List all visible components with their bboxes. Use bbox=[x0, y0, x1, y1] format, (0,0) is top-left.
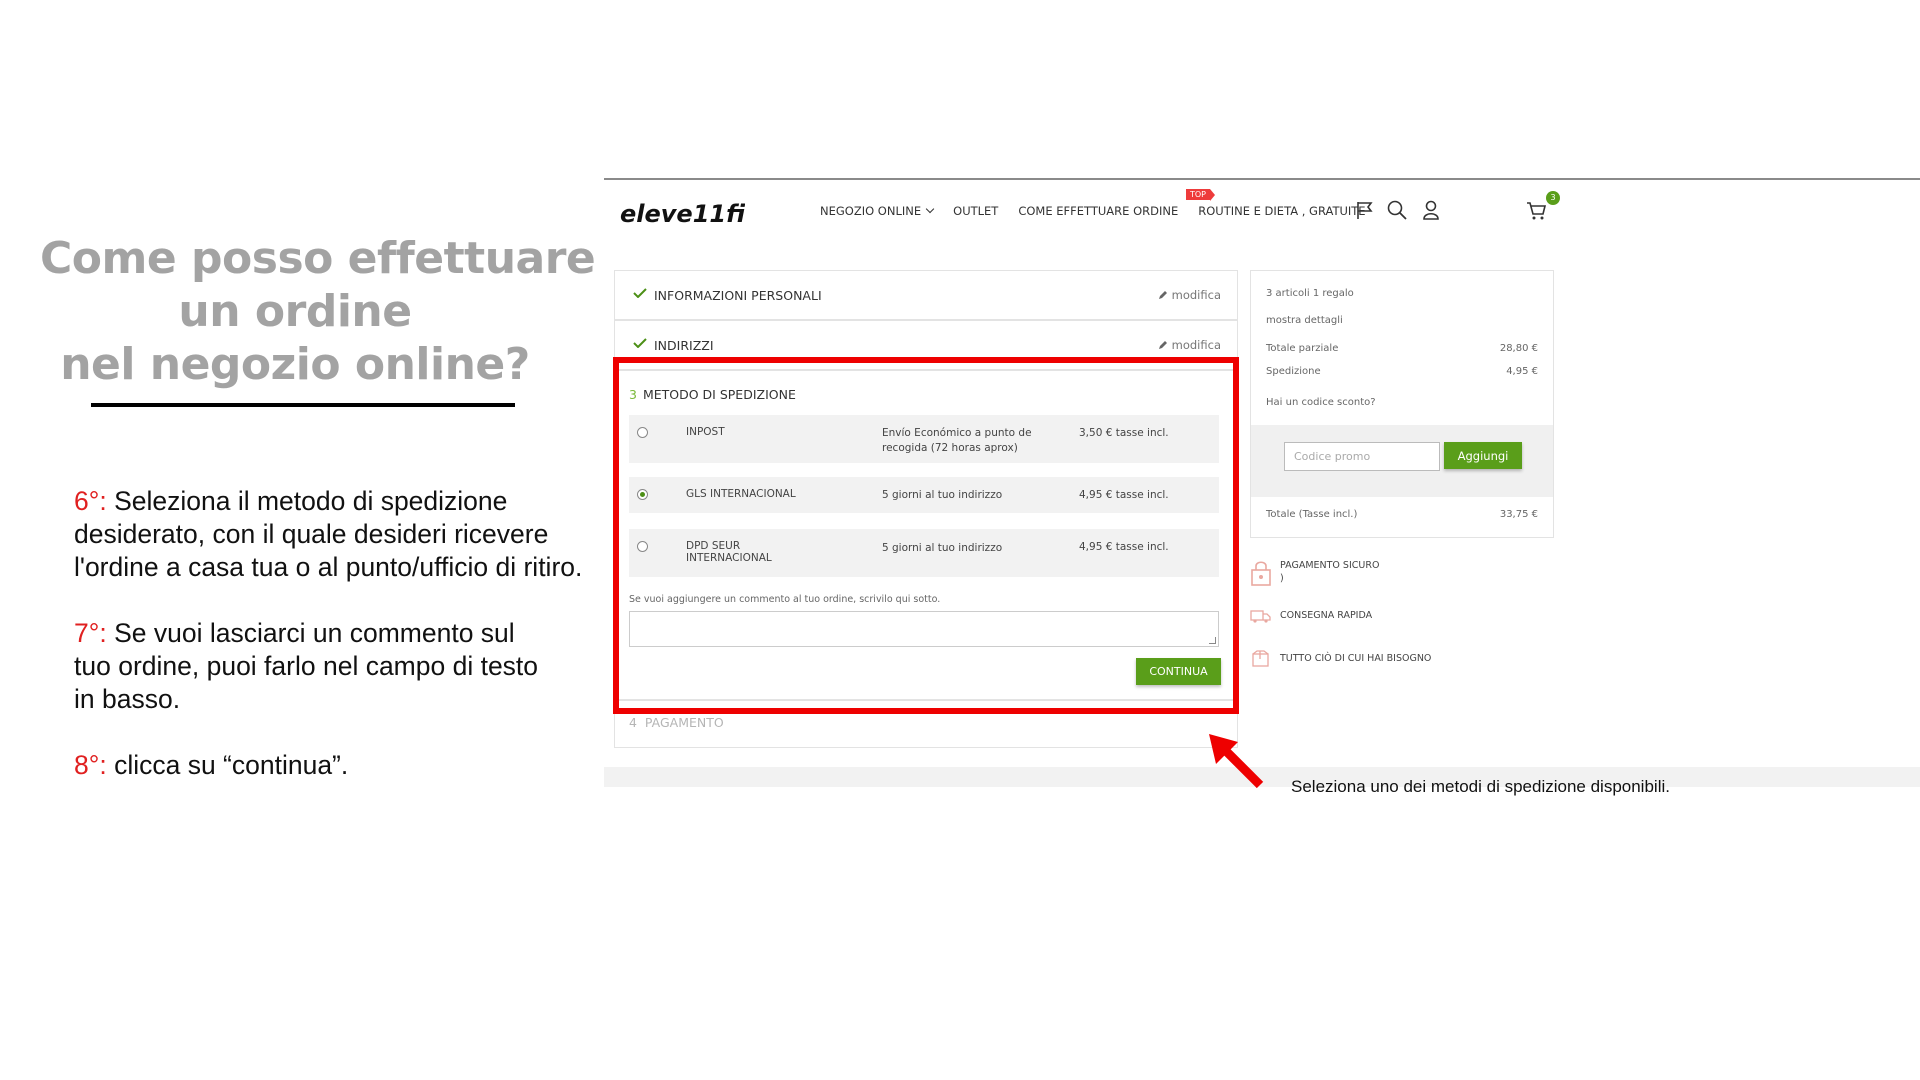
flag-icon[interactable] bbox=[1354, 199, 1376, 221]
step-label: 4 PAGAMENTO bbox=[629, 715, 724, 730]
step-text: tuo ordine, puoi farlo nel campo di test… bbox=[74, 651, 539, 681]
step-text: Seleziona il metodo di spedizione bbox=[106, 486, 508, 516]
title-underline bbox=[91, 403, 515, 407]
slide-title-line-2: un ordine bbox=[178, 286, 412, 337]
show-details-link[interactable]: mostra dettagli bbox=[1266, 315, 1538, 326]
screenshot-top-border bbox=[604, 178, 1920, 180]
top-badge: TOP bbox=[1186, 189, 1216, 201]
shipping-row: Spedizione 4,95 € bbox=[1266, 366, 1538, 377]
perk-fast-delivery: CONSEGNA RAPIDA bbox=[1250, 608, 1500, 626]
step-6: 6°: Seleziona il metodo di spedizione de… bbox=[74, 485, 614, 584]
perk-everything-you-need: TUTTO CIÒ DI CUI HAI BISOGNO bbox=[1250, 650, 1500, 668]
promo-area: Codice promo Aggiungi bbox=[1251, 425, 1553, 497]
step-text: desiderato, con il quale desideri riceve… bbox=[74, 519, 549, 549]
pencil-icon bbox=[1158, 291, 1167, 299]
step-number: 7°: bbox=[74, 618, 107, 648]
arrow-icon bbox=[1200, 730, 1270, 800]
step-text: l'ordine a casa tua o al punto/ufficio d… bbox=[74, 552, 583, 582]
step-text: in basso. bbox=[74, 684, 181, 714]
perk-secure-payment: PAGAMENTO SICURO ) bbox=[1250, 558, 1500, 588]
nav-negozio-online[interactable]: NEGOZIO ONLINE bbox=[820, 204, 933, 218]
instruction-steps: 6°: Seleziona il metodo di spedizione de… bbox=[74, 485, 614, 815]
step-text: Se vuoi lasciarci un commento sul bbox=[106, 618, 515, 648]
promo-question-link[interactable]: Hai un codice sconto? bbox=[1266, 397, 1538, 408]
step-number: 8°: bbox=[74, 750, 107, 780]
step-7: 7°: Se vuoi lasciarci un commento sul tu… bbox=[74, 617, 614, 716]
user-icon[interactable] bbox=[1420, 199, 1442, 221]
step-8: 8°: clicca su “continua”. bbox=[74, 749, 614, 782]
step-label: INDIRIZZI bbox=[654, 338, 714, 353]
annotation-caption: Seleziona uno dei metodi di spedizione d… bbox=[1291, 777, 1670, 796]
pencil-icon bbox=[1158, 341, 1167, 349]
subtotal-row: Totale parziale 28,80 € bbox=[1266, 343, 1538, 354]
checkmark-icon bbox=[633, 288, 647, 298]
summary-items: 3 articoli 1 regalo bbox=[1266, 288, 1354, 299]
eleve11fit-logo[interactable]: eleve11fit bbox=[620, 198, 758, 228]
order-summary: 3 articoli 1 regalo mostra dettagli Tota… bbox=[1250, 270, 1554, 538]
logo-wordmark: eleve11fit bbox=[620, 200, 745, 228]
slide-title-line-3: nel negozio online? bbox=[60, 339, 530, 390]
promo-code-input[interactable]: Codice promo bbox=[1284, 442, 1440, 471]
nav-outlet[interactable]: OUTLET bbox=[953, 204, 998, 218]
total-row: Totale (Tasse incl.) 33,75 € bbox=[1266, 509, 1538, 520]
modify-link[interactable]: modifica bbox=[1158, 338, 1221, 352]
main-nav: NEGOZIO ONLINE OUTLET COME EFFETTUARE OR… bbox=[820, 204, 1366, 218]
cart-count-badge: 3 bbox=[1546, 191, 1560, 205]
nav-come-effettuare-ordine[interactable]: COME EFFETTUARE ORDINE bbox=[1018, 204, 1178, 218]
modify-link[interactable]: modifica bbox=[1158, 288, 1221, 302]
add-promo-button[interactable]: Aggiungi bbox=[1444, 442, 1522, 469]
slide-title: Come posso effettuare un ordine nel nego… bbox=[40, 232, 596, 391]
highlight-frame bbox=[613, 357, 1239, 714]
checkout-step-personal-info[interactable]: INFORMAZIONI PERSONALI modifica bbox=[614, 270, 1238, 320]
cart-icon[interactable] bbox=[1525, 199, 1547, 221]
lock-icon bbox=[1251, 561, 1271, 586]
nav-routine-e-dieta[interactable]: ROUTINE E DIETA , GRATUITE bbox=[1198, 204, 1365, 218]
slide-title-line-1: Come posso effettuare bbox=[40, 233, 596, 284]
box-icon bbox=[1252, 650, 1269, 667]
search-icon[interactable] bbox=[1386, 199, 1408, 221]
checkmark-icon bbox=[633, 338, 647, 348]
step-number: 6°: bbox=[74, 486, 107, 516]
step-text: clicca su “continua”. bbox=[106, 750, 349, 780]
truck-icon bbox=[1250, 610, 1271, 623]
step-label: INFORMAZIONI PERSONALI bbox=[654, 288, 822, 303]
